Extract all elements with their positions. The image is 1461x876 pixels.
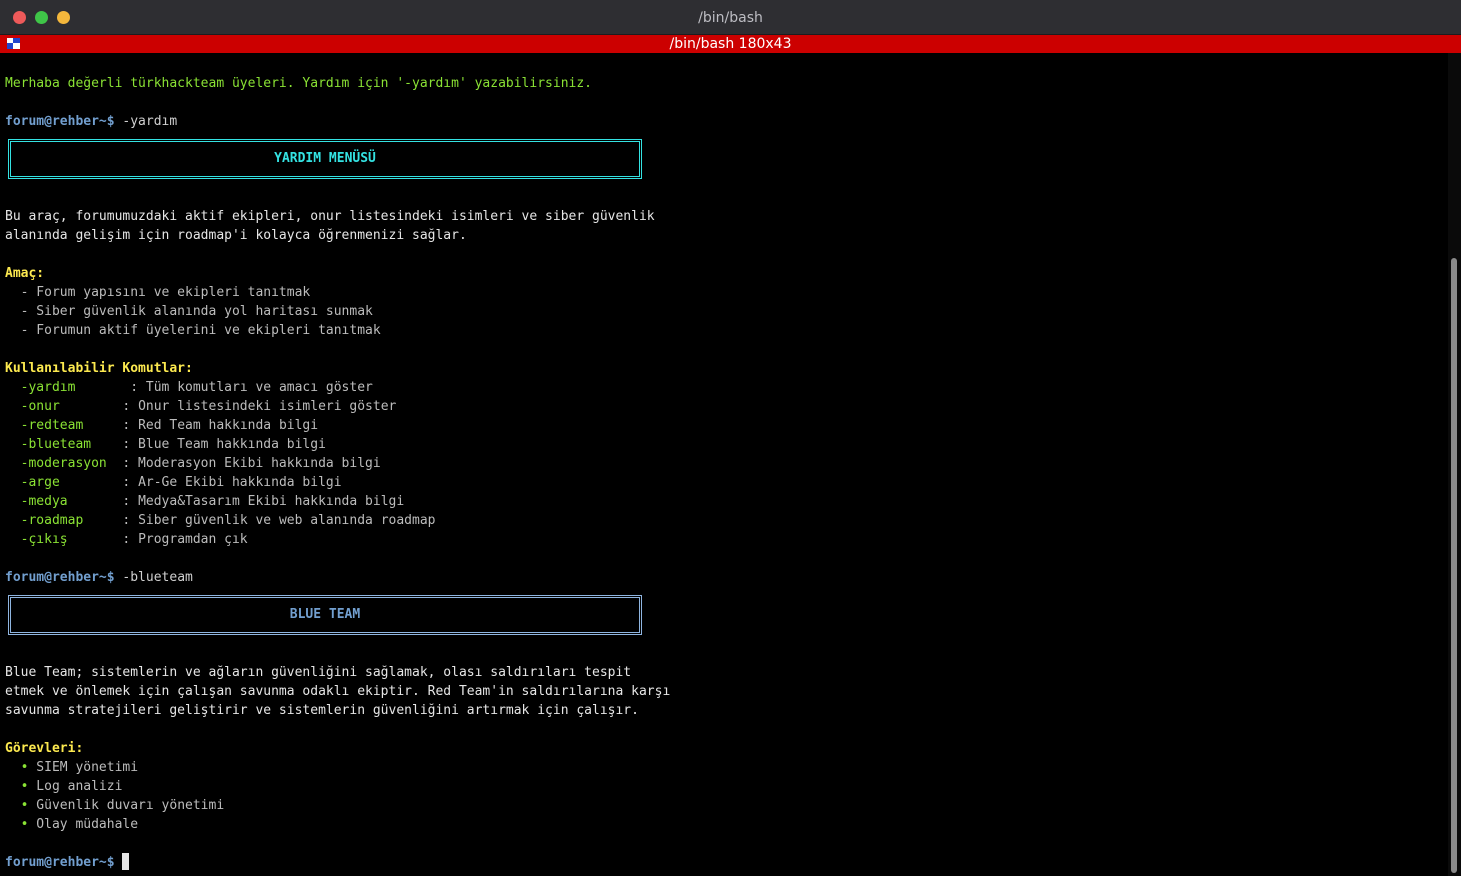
command-description: : Moderasyon Ekibi hakkında bilgi [106, 456, 381, 471]
command-name: -roadmap [5, 513, 84, 528]
command-name: -yardım [5, 380, 76, 395]
purpose-item: - Forumun aktif üyelerini ve ekipleri ta… [5, 323, 381, 338]
task-text: Olay müdahale [28, 817, 139, 832]
purpose-item: - Forum yapısını ve ekipleri tanıtmak [5, 285, 311, 300]
intro-line: alanında gelişim için roadmap'i kolayca … [5, 228, 467, 243]
blue-team-box: BLUE TEAM [8, 595, 642, 635]
command-name: -blueteam [5, 437, 92, 452]
purpose-heading: Amaç: [5, 266, 45, 281]
prompt: forum@rehber~$ [5, 114, 115, 129]
prompt-line[interactable]: forum@rehber~$ [5, 853, 130, 872]
text-cursor [122, 853, 130, 870]
command-description: : Siber güvenlik ve web alanında roadmap [83, 513, 436, 528]
commands-heading: Kullanılabilir Komutlar: [5, 361, 193, 376]
task-text: Log analizi [28, 779, 123, 794]
prompt-line: forum@rehber~$ -blueteam [5, 568, 193, 587]
command-text: -yardım [114, 114, 178, 129]
prompt: forum@rehber~$ [5, 570, 115, 585]
prompt: forum@rehber~$ [5, 855, 115, 870]
command-text: -blueteam [114, 570, 193, 585]
command-row: -roadmap : Siber güvenlik ve web alanınd… [5, 511, 436, 530]
prompt-line: forum@rehber~$ -yardım [5, 112, 177, 131]
bullet: • [5, 779, 29, 794]
command-name: -arge [5, 475, 60, 490]
task-item: • Olay müdahale [5, 815, 138, 834]
task-text: SIEM yönetimi [28, 760, 139, 775]
intro-line: Bu araç, forumumuzdaki aktif ekipleri, o… [5, 209, 655, 224]
blue-team-line: savunma stratejileri geliştirir ve siste… [5, 703, 639, 718]
command-row: -çıkış : Programdan çık [5, 530, 248, 549]
scrollbar-thumb[interactable] [1451, 258, 1457, 873]
terminal-window: /bin/bash /bin/bash 180x43 Merhaba değer… [0, 0, 1461, 876]
command-description: : Ar-Ge Ekibi hakkında bilgi [59, 475, 342, 490]
command-row: -onur : Onur listesindeki isimleri göste… [5, 397, 397, 416]
tab-title: /bin/bash 180x43 [669, 36, 792, 52]
task-text: Güvenlik duvarı yönetimi [28, 798, 225, 813]
blue-team-line: etmek ve önlemek için çalışan savunma od… [5, 684, 671, 699]
task-item: • SIEM yönetimi [5, 758, 138, 777]
task-item: • Log analizi [5, 777, 123, 796]
command-row: -moderasyon : Moderasyon Ekibi hakkında … [5, 454, 381, 473]
command-row: -blueteam : Blue Team hakkında bilgi [5, 435, 326, 454]
command-description: : Tüm komutları ve amacı göster [75, 380, 373, 395]
command-name: -moderasyon [5, 456, 107, 471]
bullet: • [5, 798, 29, 813]
command-row: -yardım : Tüm komutları ve amacı göster [5, 378, 373, 397]
command-name: -onur [5, 399, 60, 414]
command-name: -redteam [5, 418, 84, 433]
title-bar: /bin/bash [0, 0, 1461, 35]
terminal-tab[interactable]: /bin/bash 180x43 [0, 35, 1461, 53]
tasks-heading: Görevleri: [5, 741, 84, 756]
command-row: -arge : Ar-Ge Ekibi hakkında bilgi [5, 473, 342, 492]
command-description: : Red Team hakkında bilgi [83, 418, 319, 433]
command-name: -medya [5, 494, 68, 509]
window-title: /bin/bash [698, 10, 763, 26]
command-name: -çıkış [5, 532, 68, 547]
vertical-scrollbar[interactable] [1448, 53, 1461, 876]
terminal-output[interactable]: Merhaba değerli türkhackteam üyeleri. Ya… [0, 53, 1448, 876]
command-description: : Medya&Tasarım Ekibi hakkında bilgi [67, 494, 405, 509]
bullet: • [5, 760, 29, 775]
command-description: : Blue Team hakkında bilgi [91, 437, 326, 452]
command-row: -redteam : Red Team hakkında bilgi [5, 416, 318, 435]
command-description: : Onur listesindeki isimleri göster [59, 399, 397, 414]
help-menu-box: YARDIM MENÜSÜ [8, 139, 642, 179]
command-description: : Programdan çık [67, 532, 248, 547]
task-item: • Güvenlik duvarı yönetimi [5, 796, 225, 815]
blue-team-line: Blue Team; sistemlerin ve ağların güvenl… [5, 665, 632, 680]
command-row: -medya : Medya&Tasarım Ekibi hakkında bi… [5, 492, 405, 511]
bullet: • [5, 817, 29, 832]
welcome-line: Merhaba değerli türkhackteam üyeleri. Ya… [5, 76, 592, 91]
purpose-item: - Siber güvenlik alanında yol haritası s… [5, 304, 373, 319]
